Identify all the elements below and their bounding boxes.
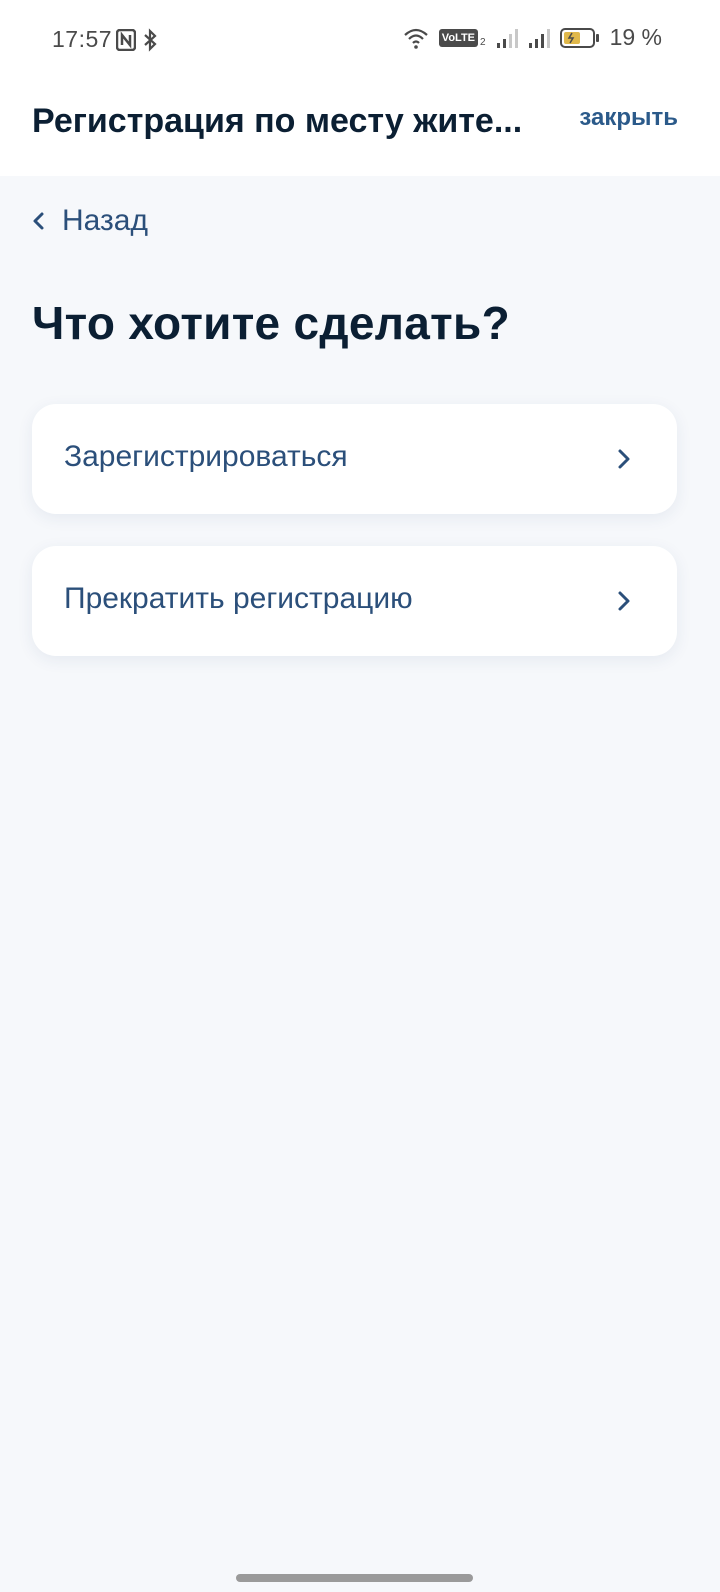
status-left-icons [116,28,158,52]
status-bar: 17:57 VoLTE 2 19 % [0,0,720,80]
option-label: Прекратить регистрацию [64,582,413,615]
status-time: 17:57 [52,26,113,52]
signal-icon [496,28,518,48]
option-register[interactable]: Зарегистрироваться [32,404,677,514]
page-title: Регистрация по месту жите... [32,102,523,140]
status-right-icons: VoLTE 2 19 % [403,24,662,51]
chevron-left-icon [33,212,44,230]
volte-badge: VoLTE [438,28,478,47]
question-heading: Что хотите сделать? [32,297,510,349]
chevron-right-icon [618,449,630,469]
battery-icon [559,27,599,48]
nfc-icon [116,29,136,51]
back-button[interactable]: Назад [30,204,148,238]
back-label: Назад [62,204,148,237]
app-header: Регистрация по месту жите... закрыть [0,80,720,176]
home-indicator[interactable] [236,1574,473,1582]
option-deregister[interactable]: Прекратить регистрацию [32,546,677,656]
volte-sim-number: 2 [480,37,486,48]
wifi-icon [404,28,428,49]
chevron-right-icon [618,591,630,611]
battery-percent: 19 % [609,24,662,50]
bluetooth-icon [144,28,157,52]
signal-icon [528,28,550,48]
close-button[interactable]: закрыть [579,104,678,132]
option-label: Зарегистрироваться [64,440,348,473]
